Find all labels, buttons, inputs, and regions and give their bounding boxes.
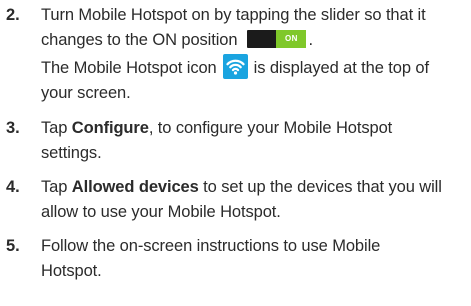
wifi-hotspot-icon	[222, 54, 248, 80]
step-text-line: changes to the ON position ON.	[41, 28, 471, 53]
step-text-line: your screen.	[41, 84, 131, 102]
step-text-line: Hotspot.	[41, 262, 102, 280]
step-text: .	[308, 31, 313, 49]
step-text: Tap	[41, 119, 72, 137]
instruction-page: 2. Turn Mobile Hotspot on by tapping the…	[0, 0, 471, 306]
step-body: Turn Mobile Hotspot on by tapping the sl…	[41, 3, 471, 106]
step-text-line: allow to use your Mobile Hotspot.	[41, 203, 281, 221]
step-text: Tap	[41, 178, 72, 196]
step-text: changes to the ON position	[41, 31, 238, 49]
step-body: Tap Configure, to configure your Mobile …	[41, 116, 471, 166]
step-number: 3.	[6, 119, 20, 137]
step-number: 5.	[6, 237, 20, 255]
step-text: The Mobile Hotspot icon	[41, 59, 217, 77]
step-text: is displayed at the top of	[253, 59, 429, 77]
step-text-line: Turn Mobile Hotspot on by tapping the sl…	[41, 6, 426, 24]
step-text-line: Follow the on-screen instructions to use…	[41, 237, 381, 255]
step-text-line: Tap Configure, to configure your Mobile …	[41, 116, 471, 141]
step-body: Tap Allowed devices to set up the device…	[41, 175, 471, 225]
step-text: to set up the devices that you will	[198, 178, 442, 196]
step-text-line: Tap Allowed devices to set up the device…	[41, 175, 471, 200]
step-number: 4.	[6, 178, 20, 196]
allowed-devices-label: Allowed devices	[71, 178, 199, 196]
step-number: 2.	[6, 6, 20, 24]
toggle-on-label: ON	[276, 29, 307, 48]
step-text-line: settings.	[41, 144, 102, 162]
step-text: , to configure your Mobile Hotspot	[148, 119, 393, 137]
step-text-line: The Mobile Hotspot icon is displayed at …	[41, 54, 471, 81]
on-toggle-icon: ON	[247, 29, 307, 48]
configure-label: Configure	[71, 119, 149, 137]
step-body: Follow the on-screen instructions to use…	[41, 234, 471, 284]
